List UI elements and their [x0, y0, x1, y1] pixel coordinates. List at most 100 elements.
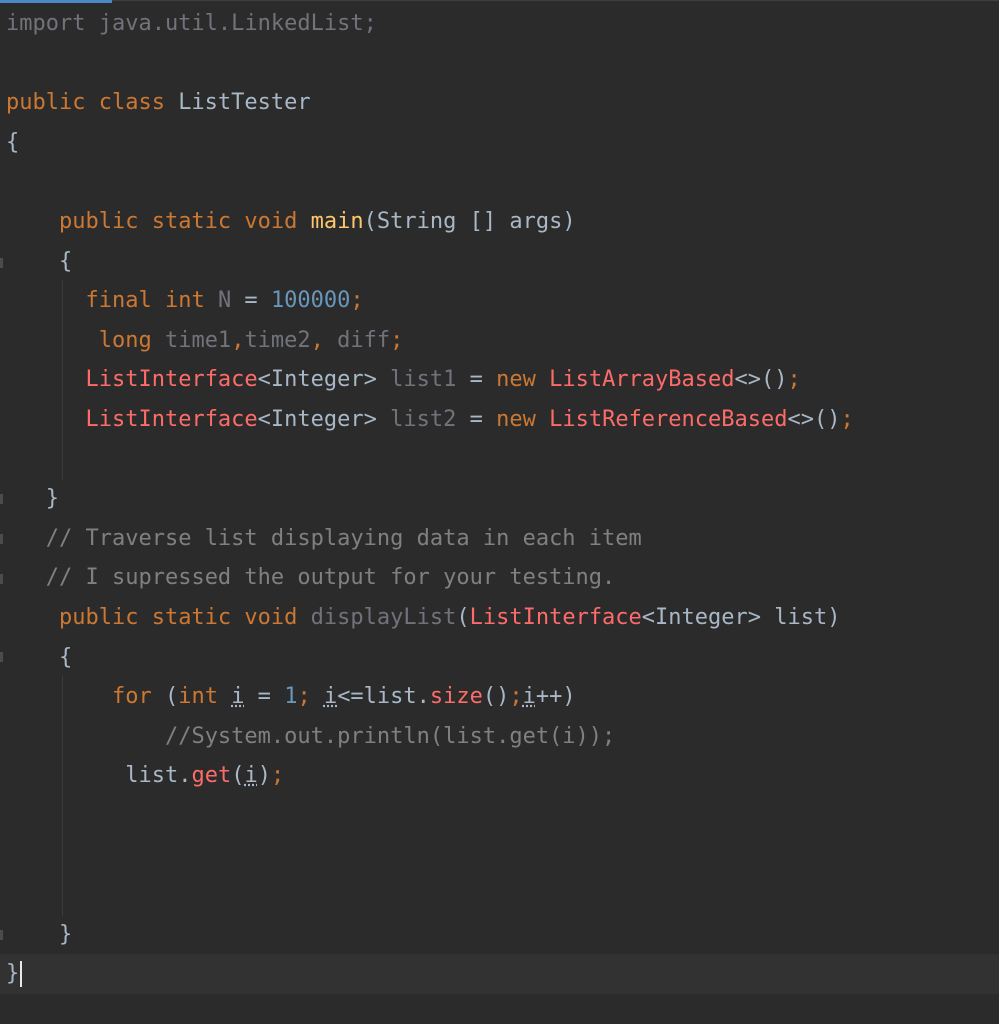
- code-token: // Traverse list displaying data in each…: [45, 525, 642, 551]
- code-line[interactable]: public static void main(String [] args): [6, 202, 576, 242]
- code-token: ): [257, 763, 271, 789]
- code-token: {: [6, 644, 73, 670]
- code-token: time1: [164, 327, 232, 353]
- code-token: ;: [509, 684, 523, 710]
- code-token: ;: [787, 367, 801, 393]
- code-token: ++): [535, 684, 576, 710]
- code-token: ;: [390, 327, 404, 353]
- code-token: (String [] args): [363, 209, 576, 234]
- code-token: <>(): [734, 367, 788, 393]
- code-token: <=list.: [337, 684, 430, 710]
- code-token: list1: [390, 367, 457, 393]
- code-line[interactable]: long time1,time2, diff;: [6, 321, 404, 361]
- code-line[interactable]: // I supressed the output for your testi…: [6, 558, 616, 598]
- code-token: final int: [85, 288, 218, 314]
- code-token: =: [456, 407, 497, 432]
- fold-marker[interactable]: [0, 534, 3, 544]
- code-token: i: [522, 684, 536, 710]
- code-token: <>(): [787, 407, 841, 432]
- code-token: 100000: [270, 288, 351, 314]
- code-token: ListInterface: [469, 605, 642, 630]
- code-token: =: [456, 367, 497, 393]
- code-line[interactable]: {: [6, 123, 19, 163]
- fold-marker[interactable]: [0, 494, 3, 504]
- code-token: import java.util.LinkedList;: [6, 11, 377, 36]
- code-token: ;: [350, 288, 364, 314]
- code-token: <Integer> list): [641, 605, 841, 630]
- code-line[interactable]: ListInterface<Integer> list1 = new ListA…: [6, 360, 801, 400]
- code-token: new: [496, 407, 550, 432]
- code-editor[interactable]: import java.util.LinkedList; public class…: [0, 0, 999, 1024]
- code-line[interactable]: }: [6, 954, 23, 994]
- code-token: ,: [310, 327, 338, 353]
- code-line[interactable]: // Traverse list displaying data in each…: [6, 519, 642, 559]
- fold-marker[interactable]: [0, 574, 3, 584]
- code-token: (: [456, 605, 470, 630]
- code-token: // I supressed the output for your testi…: [45, 565, 616, 591]
- code-token: get: [191, 763, 232, 789]
- code-token: int: [178, 684, 232, 710]
- code-line[interactable]: }: [6, 915, 72, 955]
- code-token: //System.out.println(list.get(i));: [164, 723, 616, 749]
- code-line[interactable]: for (int i = 1; i<=list.size();i++): [6, 677, 576, 717]
- code-line[interactable]: {: [6, 638, 72, 678]
- code-token: ;: [270, 763, 285, 789]
- code-token: size: [429, 684, 483, 710]
- code-token: public static void: [58, 209, 311, 234]
- code-line[interactable]: import java.util.LinkedList;: [6, 4, 377, 44]
- code-token: N: [217, 288, 232, 314]
- code-token: main: [310, 209, 364, 234]
- code-token: ListInterface: [85, 367, 258, 393]
- code-line[interactable]: {: [6, 242, 72, 282]
- code-token: displayList: [310, 605, 457, 630]
- code-token: ListInterface: [85, 407, 258, 432]
- code-token: for: [111, 684, 165, 710]
- current-line-highlight: [0, 954, 999, 994]
- fold-marker[interactable]: [0, 652, 3, 662]
- code-token: public class: [6, 90, 179, 116]
- code-token: i: [231, 684, 245, 710]
- code-token: (: [164, 684, 179, 710]
- code-token: long: [98, 327, 165, 353]
- code-line[interactable]: list.get(i);: [6, 756, 284, 796]
- code-token: <Integer>: [257, 407, 391, 432]
- code-token: {: [6, 248, 73, 274]
- code-token: list.: [125, 763, 192, 789]
- fold-marker[interactable]: [0, 258, 3, 268]
- text-caret: [20, 961, 23, 988]
- code-line[interactable]: public class ListTester: [6, 83, 311, 123]
- code-token: diff: [337, 327, 391, 353]
- code-line[interactable]: ListInterface<Integer> list2 = new ListR…: [6, 400, 854, 440]
- code-token: =: [244, 684, 285, 710]
- code-token: }: [6, 921, 73, 947]
- code-token: =: [231, 288, 271, 314]
- code-line[interactable]: //System.out.println(list.get(i));: [6, 717, 615, 757]
- editor-top-border: [112, 0, 999, 1]
- code-line[interactable]: public static void displayList(ListInter…: [6, 598, 841, 638]
- code-token: ,: [231, 327, 245, 353]
- code-token: (): [482, 684, 510, 710]
- code-token: (: [231, 763, 245, 789]
- code-token: ;: [840, 407, 854, 432]
- code-line[interactable]: }: [6, 479, 59, 519]
- code-token: }: [6, 486, 59, 512]
- code-token: ;: [297, 684, 324, 710]
- code-token: time2: [244, 327, 311, 353]
- active-tab-indicator: [0, 0, 112, 3]
- code-token: {: [6, 129, 20, 155]
- code-token: <Integer>: [257, 367, 391, 393]
- code-token: ListReferenceBased: [549, 407, 788, 432]
- fold-marker[interactable]: [0, 930, 3, 940]
- code-line[interactable]: final int N = 100000;: [6, 281, 364, 321]
- code-token: public static void: [58, 605, 311, 630]
